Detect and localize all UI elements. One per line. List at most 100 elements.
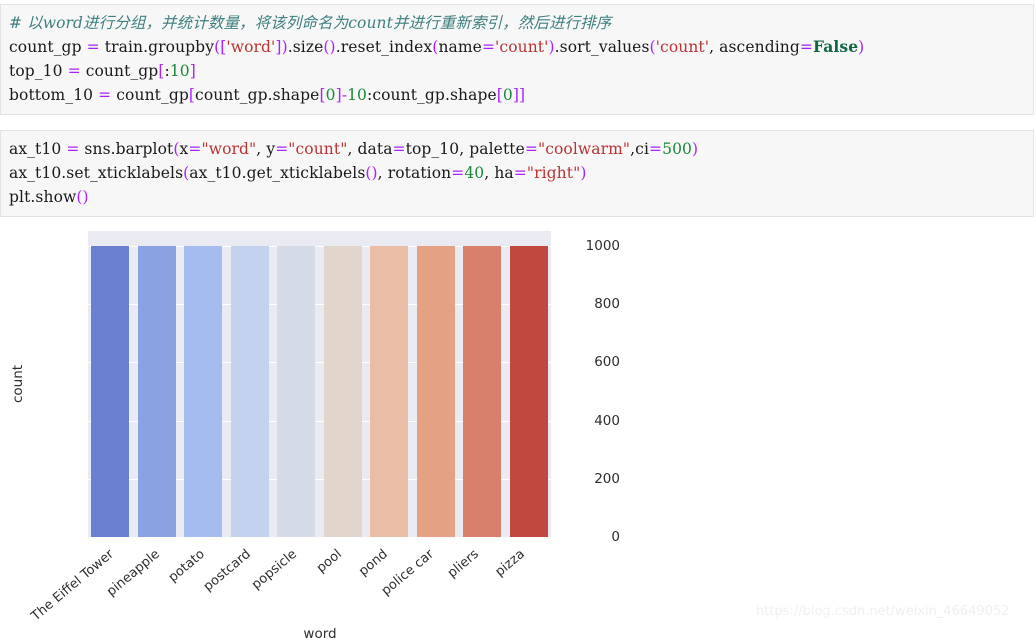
y-tick-label: 800 [594, 296, 620, 313]
code-token-comment: # 以word进行分组，并统计数量，将该列命名为count并进行重新索引，然后进… [9, 14, 612, 32]
y-axis-label: count [10, 364, 26, 404]
code-token-op: = [649, 140, 663, 158]
code-token-plain: ax_t10 [9, 140, 67, 158]
code-token-punct: ([ [214, 38, 227, 56]
gridline [88, 537, 551, 538]
code-token-plain: bottom_10 [9, 86, 99, 104]
code-token-plain: count_gp [111, 86, 189, 104]
y-tick-label: 1000 [585, 238, 620, 254]
code-cell-input-2[interactable]: ax_t10 = sns.barplot(x="word", y="count"… [0, 130, 1034, 217]
code-token-str: "word" [201, 140, 257, 158]
code-token-op: = [799, 38, 813, 56]
code-token-op: = [98, 86, 112, 104]
bar [323, 246, 362, 537]
code-token-punct: ]) [275, 38, 288, 56]
code-token-num: 10 [169, 62, 190, 80]
code-token-plain: top_10 [9, 62, 68, 80]
code-line: bottom_10 = count_gp[count_gp.shape[0]-1… [9, 83, 1025, 107]
code-line: top_10 = count_gp[:10] [9, 59, 1025, 83]
code-token-punct: () [76, 188, 89, 206]
code-token-plain: count_gp [9, 38, 87, 56]
code-token-op: = [86, 38, 100, 56]
code-token-str: 'count' [495, 38, 549, 56]
code-token-plain: , data [347, 140, 393, 158]
bar [509, 246, 548, 537]
code-token-plain: , ascending [709, 38, 800, 56]
code-token-punct: ) [580, 164, 587, 182]
code-token-plain: .sort_values [554, 38, 650, 56]
code-token-op: = [188, 140, 202, 158]
code-token-op: = [275, 140, 289, 158]
bar [277, 246, 316, 537]
watermark-text: https://blog.csdn.net/weixin_46649052 [756, 604, 1010, 619]
x-tick-label: pliers [445, 546, 483, 582]
code-token-plain: , ha [484, 164, 514, 182]
code-token-num: 10 [347, 86, 368, 104]
x-tick-label: popsicle [248, 546, 300, 593]
code-token-kw: False [812, 37, 859, 56]
code-token-punct: ) [692, 140, 699, 158]
code-line: ax_t10.set_xticklabels(ax_t10.get_xtickl… [9, 161, 1025, 185]
code-token-punct: ]] [512, 86, 526, 104]
code-token-str: "coolwarm" [537, 140, 631, 158]
code-line: # 以word进行分组，并统计数量，将该列命名为count并进行重新索引，然后进… [9, 11, 1025, 35]
code-token-str: "count" [288, 140, 348, 158]
code-line: plt.show() [9, 185, 1025, 209]
code-token-op: = [392, 140, 406, 158]
code-token-op: = [513, 164, 527, 182]
x-tick-label: pond [356, 546, 391, 580]
code-token-plain: , y [256, 140, 276, 158]
code-token-str: "right" [526, 164, 581, 182]
code-token-str: 'count' [655, 38, 710, 56]
x-tick-label: pizza [492, 546, 528, 580]
code-token-num: 500 [662, 140, 693, 158]
bars-group [88, 246, 551, 537]
code-token-num: 0 [502, 86, 513, 104]
code-token-plain: top_10, palette [405, 140, 525, 158]
code-token-plain: ax_t10.get_xticklabels [189, 164, 366, 182]
code-line: ax_t10 = sns.barplot(x="word", y="count"… [9, 137, 1025, 161]
y-tick-label: 600 [594, 354, 620, 371]
bar [91, 246, 129, 537]
code-token-op: = [481, 38, 496, 56]
code-token-num: 40 [464, 164, 485, 182]
bar [184, 246, 223, 537]
code-token-plain: name [438, 38, 482, 56]
code-cell-input-1[interactable]: # 以word进行分组，并统计数量，将该列命名为count并进行重新索引，然后进… [0, 4, 1034, 115]
x-tick-label: potato [166, 546, 209, 586]
code-token-punct: () [323, 38, 336, 56]
code-token-op: = [66, 140, 80, 158]
code-token-str: 'word' [226, 38, 276, 56]
code-token-plain: , rotation [377, 164, 452, 182]
y-tick-label: 0 [611, 529, 620, 545]
code-token-plain: groupby [148, 38, 215, 56]
barplot-figure: count 0 200 400 600 800 1000 The Eiffel Tower… [0, 222, 620, 642]
code-token-num: 0 [325, 86, 336, 104]
plot-area [88, 231, 551, 538]
code-token-plain: count_gp.shape [195, 86, 320, 104]
code-token-plain: ax_t10.set_xticklabels [9, 164, 184, 182]
code-line: count_gp = train.groupby(['word']).size(… [9, 35, 1025, 59]
x-tick-label: pool [314, 546, 346, 577]
bar [230, 246, 269, 537]
code-token-op: = [524, 140, 538, 158]
code-token-plain: .size [287, 38, 324, 56]
x-axis-label: word [303, 626, 337, 642]
code-token-op: = [67, 62, 81, 80]
code-token-plain: plt.show [9, 188, 77, 206]
bar [137, 246, 176, 537]
code-token-punct: ) [858, 38, 865, 56]
code-token-punct: () [365, 164, 378, 182]
x-tick-label: postcard [200, 546, 254, 595]
y-tick-label: 400 [594, 412, 620, 429]
bar [463, 246, 502, 537]
code-token-plain: :count_gp.shape [367, 86, 497, 104]
x-tick-label: The Eiffel Tower [28, 546, 117, 625]
y-tick-label: 200 [594, 470, 620, 487]
code-token-op: = [451, 164, 465, 182]
bar [416, 246, 455, 537]
code-token-plain: .reset_index [335, 38, 433, 56]
bar [370, 246, 409, 537]
code-token-punct: ] [189, 62, 196, 80]
code-token-plain: train. [99, 38, 149, 56]
